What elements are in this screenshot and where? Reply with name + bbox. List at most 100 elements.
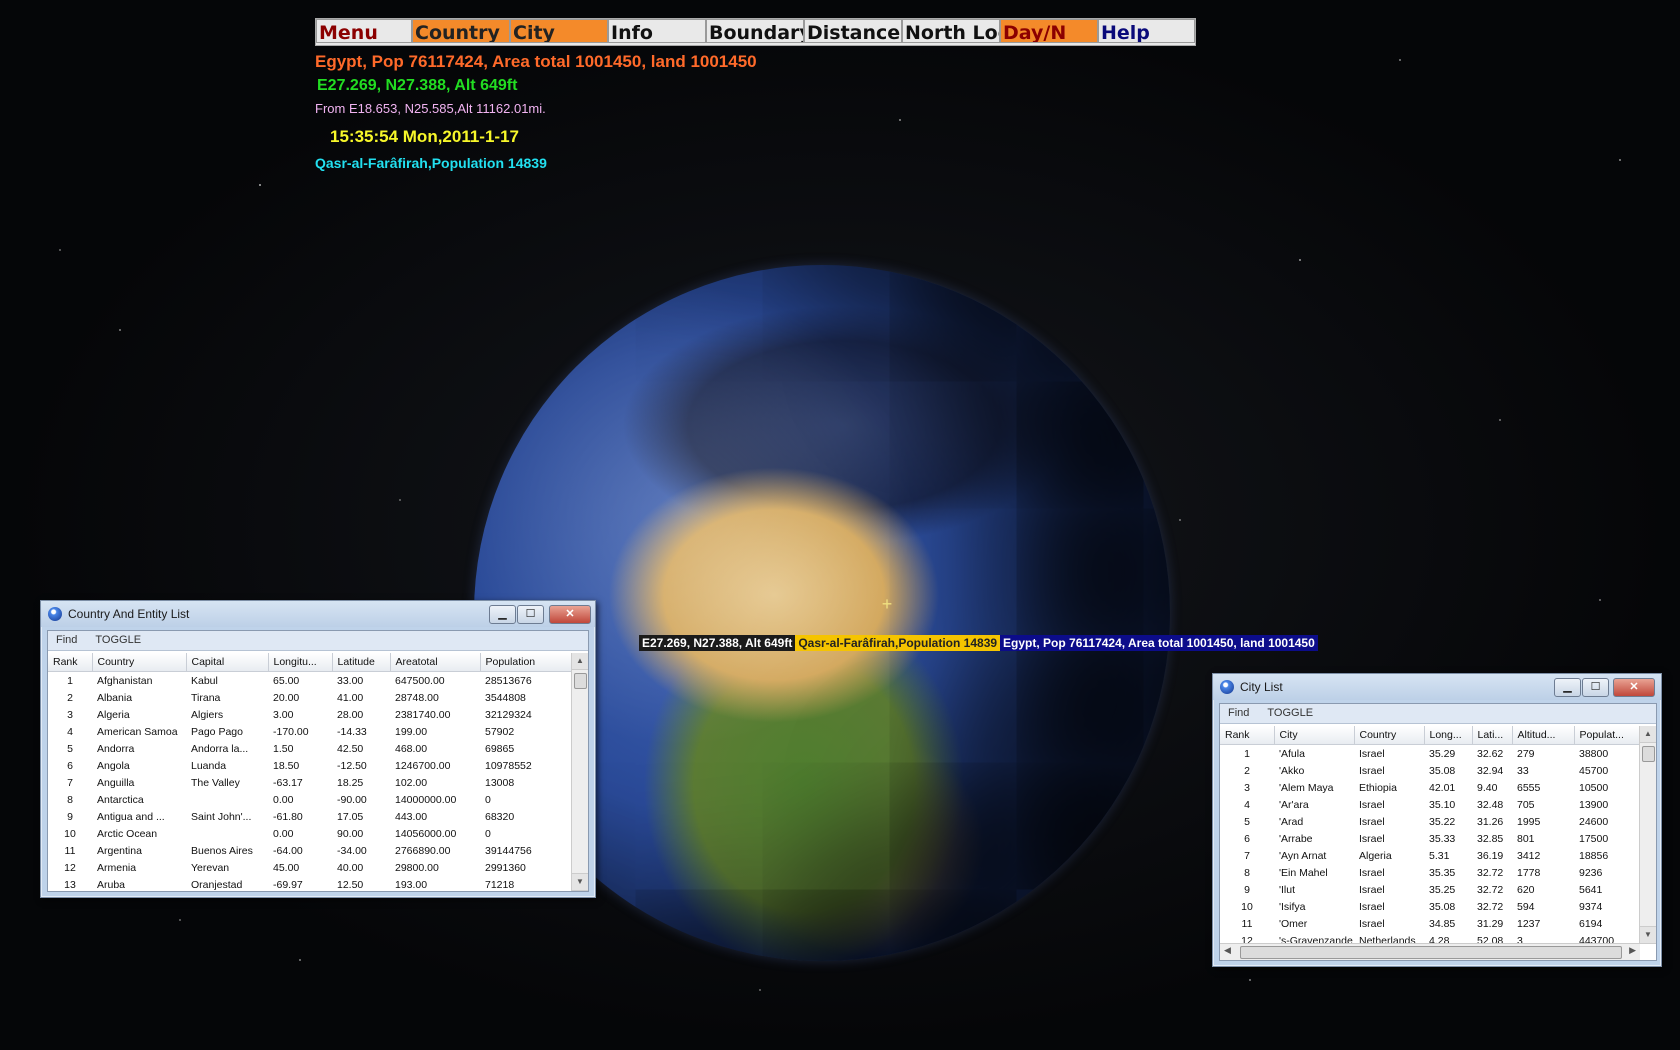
column-header[interactable]: Areatotal: [390, 653, 481, 672]
scroll-thumb[interactable]: [574, 673, 587, 689]
toggle-menu[interactable]: TOGGLE: [95, 634, 141, 646]
table-row[interactable]: 2 Albania Tirana 20.00 41.00 28748.00 3544808: [48, 689, 572, 706]
column-header[interactable]: Longitu...: [268, 653, 333, 672]
column-header[interactable]: Populat...: [1574, 726, 1641, 745]
table-row[interactable]: 1 'Afula Israel 35.29 32.62 279 38800: [1220, 745, 1640, 763]
country-vertical-scrollbar[interactable]: ▲ ▼: [571, 653, 588, 891]
table-cell: 41.00: [337, 691, 364, 704]
table-row[interactable]: 5 'Arad Israel 35.22 31.26 1995 24600: [1220, 813, 1640, 830]
table-cell: Arctic Ocean: [97, 827, 158, 840]
table-row[interactable]: 1 Afghanistan Kabul 65.00 33.00 647500.00 2851…: [48, 672, 572, 690]
table-row[interactable]: 11 Argentina Buenos Aires -64.00 -34.00 27668…: [48, 842, 572, 859]
table-cell: 35.10: [1429, 798, 1456, 811]
table-cell: 4: [1244, 798, 1250, 811]
table-cell: 35.22: [1429, 815, 1456, 828]
column-header[interactable]: Altitud...: [1512, 726, 1575, 745]
maximize-button[interactable]: ☐: [517, 605, 544, 624]
city-vertical-scrollbar[interactable]: ▲ ▼: [1639, 726, 1656, 944]
column-header[interactable]: Latitude: [332, 653, 391, 672]
table-row[interactable]: 4 'Ar'ara Israel 35.10 32.48 705 13900: [1220, 796, 1640, 813]
scroll-down-icon[interactable]: ▼: [572, 873, 588, 891]
table-row[interactable]: 7 Anguilla The Valley -63.17 18.25 102.00 1300…: [48, 774, 572, 791]
table-cell: 1: [67, 674, 73, 687]
column-header[interactable]: Rank: [1220, 726, 1275, 745]
country-window-titlebar[interactable]: Country And Entity List ▁ ☐ ✕: [41, 601, 595, 627]
globe-country-label: Egypt, Pop 76117424, Area total 1001450,…: [1000, 635, 1318, 651]
city-window-body: Find TOGGLE Rank City Country Long... Lati...…: [1219, 703, 1657, 961]
table-cell: Israel: [1359, 900, 1385, 913]
city-horizontal-scrollbar[interactable]: ◀ ▶: [1220, 943, 1640, 960]
hud-clock: 15:35:54 Mon,2011-1-17: [330, 127, 519, 146]
table-cell: 9236: [1579, 866, 1603, 879]
table-cell: 'Omer: [1279, 917, 1308, 930]
table-cell: 3544808: [485, 691, 526, 704]
table-row[interactable]: 7 'Ayn Arnat Algeria 5.31 36.19 3412 18856: [1220, 847, 1640, 864]
table-row[interactable]: 4 American Samoa Pago Pago -170.00 -14.33 199…: [48, 723, 572, 740]
menu-distance[interactable]: Distance: [804, 19, 902, 43]
table-row[interactable]: 3 Algeria Algiers 3.00 28.00 2381740.00 321293…: [48, 706, 572, 723]
table-cell: 8: [1244, 866, 1250, 879]
table-cell: 10500: [1579, 781, 1609, 794]
menu-help[interactable]: Help: [1098, 19, 1195, 43]
column-header[interactable]: Capital: [186, 653, 269, 672]
horizontal-scroll-thumb[interactable]: [1240, 946, 1622, 959]
column-header[interactable]: Country: [1354, 726, 1425, 745]
table-cell: 14000000.00: [395, 793, 457, 806]
menu-day-n[interactable]: Day/N: [1000, 19, 1098, 43]
column-header[interactable]: Rank: [48, 653, 93, 672]
table-cell: 2: [1244, 764, 1250, 777]
table-row[interactable]: 13 Aruba Oranjestad -69.97 12.50 193.00 71218: [48, 876, 572, 891]
minimize-button[interactable]: ▁: [489, 605, 516, 624]
table-cell: Pago Pago: [191, 725, 243, 738]
table-cell: 705: [1517, 798, 1535, 811]
country-table-area: Rank Country Capital Longitu... Latitude Area…: [48, 653, 588, 891]
table-cell: 594: [1517, 900, 1535, 913]
column-header[interactable]: Country: [92, 653, 187, 672]
scroll-thumb[interactable]: [1642, 746, 1655, 762]
table-row[interactable]: 9 'Ilut Israel 35.25 32.72 620 5641: [1220, 881, 1640, 898]
table-cell: 620: [1517, 883, 1535, 896]
menu-city[interactable]: City: [510, 19, 608, 43]
column-header[interactable]: Long...: [1424, 726, 1473, 745]
table-cell: 32.94: [1477, 764, 1504, 777]
menu-menu[interactable]: Menu: [316, 19, 412, 43]
table-row[interactable]: 6 'Arrabe Israel 35.33 32.85 801 17500: [1220, 830, 1640, 847]
table-row[interactable]: 11 'Omer Israel 34.85 31.29 1237 6194: [1220, 915, 1640, 932]
table-cell: 801: [1517, 832, 1535, 845]
table-cell: 31.29: [1477, 917, 1504, 930]
menu-boundary[interactable]: Boundary: [706, 19, 804, 43]
scroll-up-icon[interactable]: ▲: [572, 653, 588, 670]
table-row[interactable]: 8 'Ein Mahel Israel 35.35 32.72 1778 9236: [1220, 864, 1640, 881]
scroll-left-icon[interactable]: ◀: [1224, 945, 1231, 956]
minimize-button[interactable]: ▁: [1554, 678, 1581, 697]
table-cell: 'Ilut: [1279, 883, 1296, 896]
table-row[interactable]: 10 Arctic Ocean 0.00 90.00 14056000.00 0: [48, 825, 572, 842]
table-row[interactable]: 9 Antigua and ... Saint John'... -61.80 17.0…: [48, 808, 572, 825]
table-cell: The Valley: [191, 776, 240, 789]
scroll-down-icon[interactable]: ▼: [1640, 926, 1656, 944]
column-header[interactable]: Population: [480, 653, 573, 672]
column-header[interactable]: Lati...: [1472, 726, 1513, 745]
menu-north-lock[interactable]: North Lock: [902, 19, 1000, 43]
table-row[interactable]: 5 Andorra Andorra la... 1.50 42.50 468.00 6986…: [48, 740, 572, 757]
table-cell: 32.72: [1477, 900, 1504, 913]
table-row[interactable]: 10 'Isifya Israel 35.08 32.72 594 9374: [1220, 898, 1640, 915]
scroll-right-icon[interactable]: ▶: [1629, 945, 1636, 956]
find-menu[interactable]: Find: [56, 634, 77, 646]
menu-country[interactable]: Country: [412, 19, 510, 43]
column-header[interactable]: City: [1274, 726, 1355, 745]
table-cell: -61.80: [273, 810, 303, 823]
toggle-menu[interactable]: TOGGLE: [1267, 707, 1313, 719]
table-row[interactable]: 8 Antarctica 0.00 -90.00 14000000.00 0: [48, 791, 572, 808]
city-window-titlebar[interactable]: City List ▁ ☐ ✕: [1213, 674, 1661, 700]
find-menu[interactable]: Find: [1228, 707, 1249, 719]
table-row[interactable]: 6 Angola Luanda 18.50 -12.50 1246700.00 109785…: [48, 757, 572, 774]
scroll-up-icon[interactable]: ▲: [1640, 726, 1656, 743]
close-button[interactable]: ✕: [1613, 678, 1655, 697]
close-button[interactable]: ✕: [549, 605, 591, 624]
maximize-button[interactable]: ☐: [1582, 678, 1609, 697]
menu-info[interactable]: Info: [608, 19, 706, 43]
table-row[interactable]: 3 'Alem Maya Ethiopia 42.01 9.40 6555 10500: [1220, 779, 1640, 796]
table-row[interactable]: 12 Armenia Yerevan 45.00 40.00 29800.00 299136…: [48, 859, 572, 876]
table-row[interactable]: 2 'Akko Israel 35.08 32.94 33 45700: [1220, 762, 1640, 779]
